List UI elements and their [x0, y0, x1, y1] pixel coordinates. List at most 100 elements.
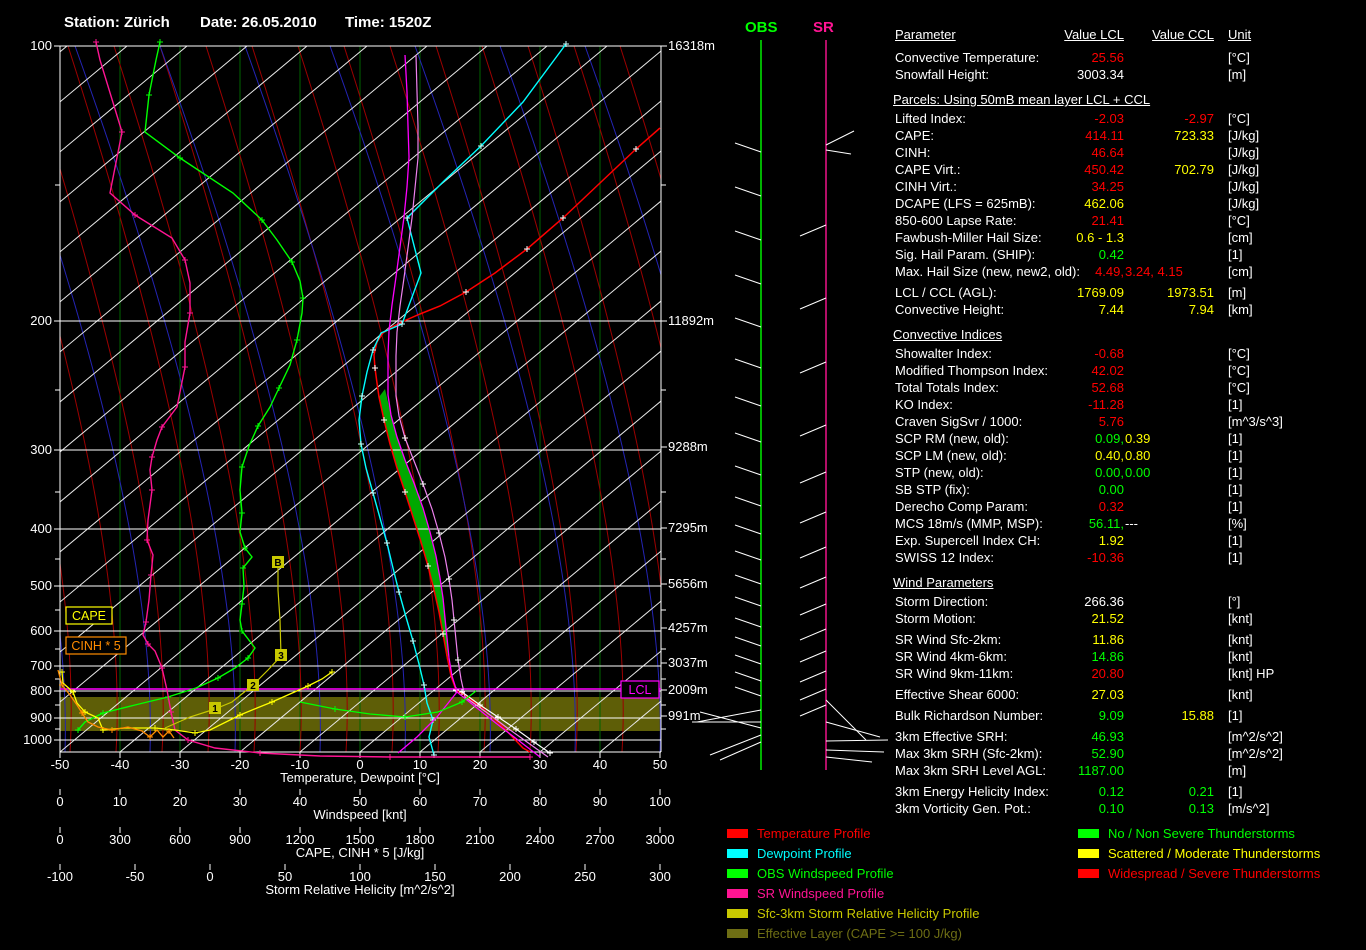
x-axis-tick-label: 20	[473, 757, 487, 772]
x-axis-tick-label: 600	[169, 832, 191, 847]
table-row: 3km Vorticity Gen. Pot.: 0.10 0.13 [m/s^2]	[893, 800, 1366, 817]
moist-adiabat-line	[205, 46, 348, 752]
unit-label: [J/kg]	[1228, 145, 1260, 160]
moist-adiabat-line	[712, 46, 853, 752]
legend-item: No / Non Severe Thunderstorms	[1078, 823, 1320, 843]
value-lcl-extra: ---	[1125, 515, 1138, 532]
isotherm-line	[60, 46, 308, 253]
obs-wind-barb	[734, 465, 762, 476]
x-axis-tick-label: 80	[533, 794, 547, 809]
sr-wind-barb	[799, 704, 827, 717]
table-row: SCP LM (new, old): 0.40, 0.80 [1]	[893, 447, 1366, 464]
value-ccl: 723.33	[1174, 128, 1214, 143]
moist-adiabat-line	[389, 46, 532, 752]
sr-wind-barb	[825, 149, 852, 155]
table-row: Max 3km SRH (Sfc-2km): 52.90 [m^2/s^2]	[893, 745, 1366, 762]
x-axis-tick-label: -20	[231, 757, 250, 772]
dry-adiabat-line	[670, 46, 830, 752]
value-lcl-extra: 0.39	[1125, 430, 1150, 447]
sr-wind-barb	[825, 756, 873, 763]
unit-label: [°C]	[1228, 380, 1250, 395]
sr-wind-barb	[799, 576, 827, 589]
unit-label: [1]	[1228, 247, 1243, 262]
value-lcl: 1.92	[1098, 533, 1124, 548]
sr-wind-barb	[825, 130, 855, 146]
value-ccl: 1973.51	[1167, 285, 1214, 300]
sr-wind-barb	[799, 603, 827, 616]
unit-label: [1]	[1228, 448, 1243, 463]
sr-wind-barb	[825, 739, 889, 742]
unit-label: [knt]	[1228, 611, 1253, 626]
obs-wind-barb	[719, 741, 762, 761]
height-label: 16318m	[668, 38, 715, 53]
x-axis-tick-label: 900	[229, 832, 251, 847]
moist-adiabat-line	[804, 46, 900, 752]
obs-wind-barb	[734, 358, 762, 369]
srh-km-marker-label: 3	[278, 651, 284, 662]
legend-swatch	[727, 848, 748, 858]
sr-wind-barb	[825, 749, 885, 753]
profile-parcel-ccl	[395, 54, 549, 758]
table-row: Effective Shear 6000: 27.03 [knt]	[893, 686, 1366, 703]
table-row: CINH: 46.64 [J/kg]	[893, 144, 1366, 161]
moist-adiabat-line	[573, 46, 661, 351]
legend-swatch	[727, 908, 748, 918]
table-row: Convective Height: 7.44 7.94 [km]	[893, 301, 1366, 318]
unit-label: [m]	[1228, 67, 1247, 82]
table-row: CAPE Virt.: 450.42 702.79 [J/kg]	[893, 161, 1366, 178]
x-axis-tick-label: 300	[649, 869, 671, 884]
x-axis-title: Storm Relative Helicity [m^2/s^2]	[265, 882, 454, 897]
isotherm-line	[239, 400, 661, 752]
unit-label: [1]	[1228, 550, 1243, 565]
cinh-label: CINH * 5	[71, 639, 120, 653]
section-title-text: Parcels: Using 50mB mean layer LCL + CCL	[893, 92, 1151, 107]
table-row: Storm Direction: 266.36 [°]	[893, 593, 1366, 610]
x-axis-tick-label: 0	[56, 832, 63, 847]
table-header-row: Parameter Value LCL Value CCL Unit	[893, 26, 1366, 45]
unit-label: [m]	[1228, 763, 1247, 778]
height-label: 7295m	[668, 520, 708, 535]
x-axis-tick-label: 30	[533, 757, 547, 772]
unit-label: [m^3/s^3]	[1228, 414, 1283, 429]
table-row: 3km Effective SRH: 46.93 [m^2/s^2]	[893, 728, 1366, 745]
value-lcl: 0.42	[1098, 247, 1124, 262]
height-label: 991m	[668, 708, 701, 723]
obs-wind-barb	[734, 654, 762, 665]
sr-wind-barb	[825, 699, 867, 741]
obs-wind-barb	[734, 550, 762, 561]
table-row: Modified Thompson Index: 42.02 [°C]	[893, 362, 1366, 379]
unit-label: [m^2/s^2]	[1228, 746, 1283, 761]
value-part: ---	[1125, 516, 1138, 531]
table-row: Max. Hail Size (new, new2, old): 4.49, 3.…	[893, 263, 1366, 280]
moist-adiabat-line	[481, 46, 624, 752]
dry-adiabat-line	[755, 46, 900, 752]
sounding-analysis-window: Station: Zürich Date: 26.05.2010 Time: 1…	[0, 0, 1366, 950]
value-lcl: 46.64	[1091, 145, 1124, 160]
unit-label: [m]	[1228, 285, 1247, 300]
moist-adiabat-line	[666, 46, 807, 752]
srh-km-marker-label: 2	[250, 681, 256, 692]
legend-swatch	[727, 928, 748, 938]
x-axis-tick-label: 50	[653, 757, 667, 772]
unit-label: [cm]	[1228, 264, 1253, 279]
x-axis-tick-label: -40	[111, 757, 130, 772]
pressure-label: 900	[30, 710, 52, 725]
table-row: 850-600 Lapse Rate: 21.41 [°C]	[893, 212, 1366, 229]
value-lcl-extra: 0.80	[1125, 447, 1150, 464]
table-row: Convective Temperature: 25.56 [°C]	[893, 49, 1366, 66]
obs-wind-barb	[734, 574, 762, 585]
obs-wind-barb	[734, 396, 762, 407]
dry-adiabat-line	[60, 629, 66, 752]
value-part: 4.15	[1153, 264, 1183, 279]
legend-item: Sfc-3km Storm Relative Helicity Profile	[727, 903, 980, 923]
value-lcl: 3003.34	[1077, 67, 1124, 82]
value-lcl: 52.68	[1091, 380, 1124, 395]
legend-label: No / Non Severe Thunderstorms	[1108, 825, 1295, 841]
unit-label: [%]	[1228, 516, 1247, 531]
legend-swatch	[727, 868, 748, 878]
value-lcl: 4.49,	[1095, 264, 1124, 279]
table-row: Bulk Richardson Number: 9.09 15.88 [1]	[893, 707, 1366, 724]
unit-label: [J/kg]	[1228, 196, 1260, 211]
value-lcl: -11.28	[1088, 397, 1124, 412]
value-lcl: 34.25	[1091, 179, 1124, 194]
